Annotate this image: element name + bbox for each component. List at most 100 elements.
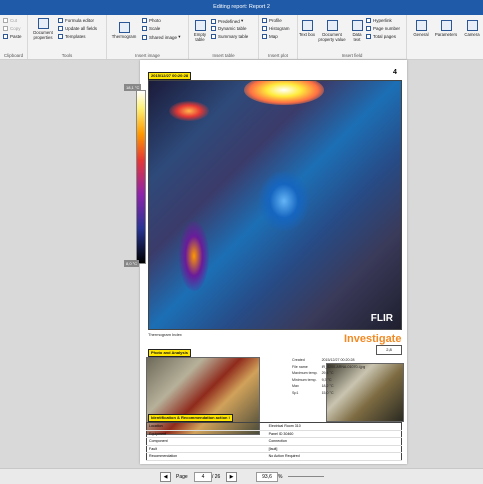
- zoom-unit: %: [278, 474, 283, 480]
- photo-button[interactable]: Photo: [142, 18, 161, 23]
- scale-button[interactable]: Scale: [142, 26, 160, 31]
- scale-min-value: 8,0 °C: [124, 260, 140, 267]
- row-value: Electrical Room 310: [266, 422, 402, 431]
- page-number-icon: [366, 26, 371, 31]
- table-row: Sp1 15,0 °C: [290, 390, 367, 397]
- row-value: Panel ID 30460: [266, 430, 402, 438]
- empty-table-button[interactable]: Empty table: [191, 20, 209, 42]
- row-value: 15,0 °C: [321, 390, 334, 395]
- thermogram-button[interactable]: Thermogram: [109, 22, 139, 39]
- row-key: Recommendation: [146, 452, 267, 461]
- photo-icon: [142, 18, 147, 23]
- row-key: Equipment: [146, 430, 267, 438]
- total-pages-icon: [366, 34, 371, 39]
- thermogram-icon: [118, 22, 130, 33]
- map-button[interactable]: Map: [262, 34, 278, 39]
- chevron-down-icon: ▾: [177, 34, 181, 39]
- table-row: Recommendation No Action Required: [146, 452, 402, 461]
- insert-image-group: Thermogram Photo Scale Shared image ▾ In…: [107, 15, 189, 59]
- table-row: Fault [fault]: [146, 445, 402, 453]
- thermogram-caption: Thermogram Index: [148, 332, 182, 337]
- general-button[interactable]: General: [411, 20, 431, 37]
- histogram-button[interactable]: Histogram: [262, 26, 290, 31]
- clipboard-group-title: Clipboard: [3, 53, 24, 58]
- predefined-table-button[interactable]: Predefined ▾: [211, 18, 243, 24]
- templates-button[interactable]: Templates: [58, 34, 86, 39]
- update-fields-button[interactable]: Update all fields: [58, 26, 97, 31]
- profile-icon: [262, 18, 267, 23]
- refresh-icon: [58, 26, 63, 31]
- document-properties-icon: [37, 18, 49, 29]
- previous-page-button[interactable]: ◀: [160, 472, 171, 482]
- table-row: Component Connection: [146, 437, 402, 446]
- report-page: 2015/12/27 00:20:28 4 FLIR 18,1 °C 8,0 °…: [124, 60, 407, 464]
- copy-button[interactable]: Copy: [3, 26, 21, 31]
- table-row: Equipment Panel ID 30460: [146, 430, 402, 438]
- hot-spot-bottom: [179, 221, 209, 291]
- document-property-value-button[interactable]: Document property value: [315, 20, 349, 42]
- investigate-heading: Investigate: [344, 333, 402, 345]
- thermogram-timestamp-label: 2015/12/27 00:20:28: [148, 72, 192, 80]
- shared-image-icon: [142, 34, 147, 40]
- insert-field-group: Text box Document property value Data te…: [298, 15, 407, 59]
- page-number: 4: [393, 69, 397, 76]
- ribbon-toolbar: Cut Copy Paste Clipboard Document proper…: [0, 15, 483, 60]
- identification-label: Identification & Recommendation action i: [148, 414, 233, 422]
- data-text-button[interactable]: Data text: [350, 20, 364, 42]
- summary-table-button[interactable]: Summary table: [211, 34, 248, 39]
- hyperlink-icon: [366, 18, 371, 23]
- text-box-icon: [301, 20, 313, 31]
- insert-field-group-title: Insert field: [341, 53, 363, 58]
- total-pages-button[interactable]: Total pages: [366, 34, 396, 39]
- document-properties-button[interactable]: Document properties: [30, 18, 56, 40]
- next-page-button[interactable]: ▶: [226, 472, 237, 482]
- page-number-button[interactable]: Page number: [366, 26, 400, 31]
- summary-table-icon: [211, 34, 216, 39]
- copy-icon: [3, 26, 8, 31]
- paste-button[interactable]: Paste: [3, 34, 22, 39]
- value-box: 2,8: [376, 345, 402, 355]
- data-text-icon: [351, 20, 363, 31]
- shared-image-button[interactable]: Shared image ▾: [142, 34, 181, 40]
- insert-table-group: Empty table Predefined ▾ Dynamic table S…: [189, 15, 259, 59]
- dynamic-table-button[interactable]: Dynamic table: [211, 26, 247, 31]
- hot-spot-mid: [259, 171, 309, 231]
- row-key: Sp1: [292, 390, 299, 395]
- hot-spot-left: [169, 101, 209, 121]
- camera-button[interactable]: Camera: [461, 20, 483, 37]
- histogram-icon: [262, 26, 267, 31]
- zoom-input[interactable]: 93,6: [256, 472, 278, 482]
- zoom-slider[interactable]: [288, 476, 324, 477]
- flir-logo: FLIR: [370, 313, 393, 324]
- thermogram-image[interactable]: FLIR: [148, 80, 402, 330]
- row-key: Location: [146, 422, 267, 431]
- identification-table: Location Electrical Room 310 Equipment Pane…: [146, 422, 402, 461]
- color-scale-bar: [136, 90, 146, 264]
- dynamic-table-icon: [211, 26, 216, 31]
- hot-spot-top: [244, 81, 324, 105]
- profile-button[interactable]: Profile: [262, 18, 282, 23]
- page-input[interactable]: 4: [194, 472, 212, 482]
- status-bar: ◀ Page 4 / 26 ▶ 93,6 %: [0, 468, 483, 484]
- insert-table-group-title: Insert table: [212, 53, 235, 58]
- row-value: [fault]: [266, 445, 402, 453]
- formula-editor-button[interactable]: Formula editor: [58, 18, 94, 23]
- templates-icon: [58, 34, 63, 39]
- insert-plot-group-title: Insert plot: [268, 53, 288, 58]
- page-label: Page: [176, 474, 188, 480]
- hyperlink-button[interactable]: Hyperlink: [366, 18, 392, 23]
- cut-button[interactable]: Cut: [3, 18, 17, 23]
- scissors-icon: [3, 18, 8, 23]
- predefined-icon: [211, 18, 216, 24]
- scale-icon: [142, 26, 147, 31]
- formula-icon: [58, 18, 63, 23]
- parameters-icon: [440, 20, 452, 31]
- text-box-button[interactable]: Text box: [299, 20, 315, 37]
- measurement-table: Created 2015/12/27 00:20:28 File name IR_42…: [290, 357, 367, 396]
- window-title: Editing report: Report 2: [0, 0, 483, 15]
- row-value: Connection: [266, 437, 402, 446]
- chevron-right-icon: ▶: [229, 474, 234, 480]
- parameters-button[interactable]: Parameters: [433, 20, 459, 37]
- table-icon: [194, 20, 206, 31]
- insert-image-group-title: Insert image: [135, 53, 160, 58]
